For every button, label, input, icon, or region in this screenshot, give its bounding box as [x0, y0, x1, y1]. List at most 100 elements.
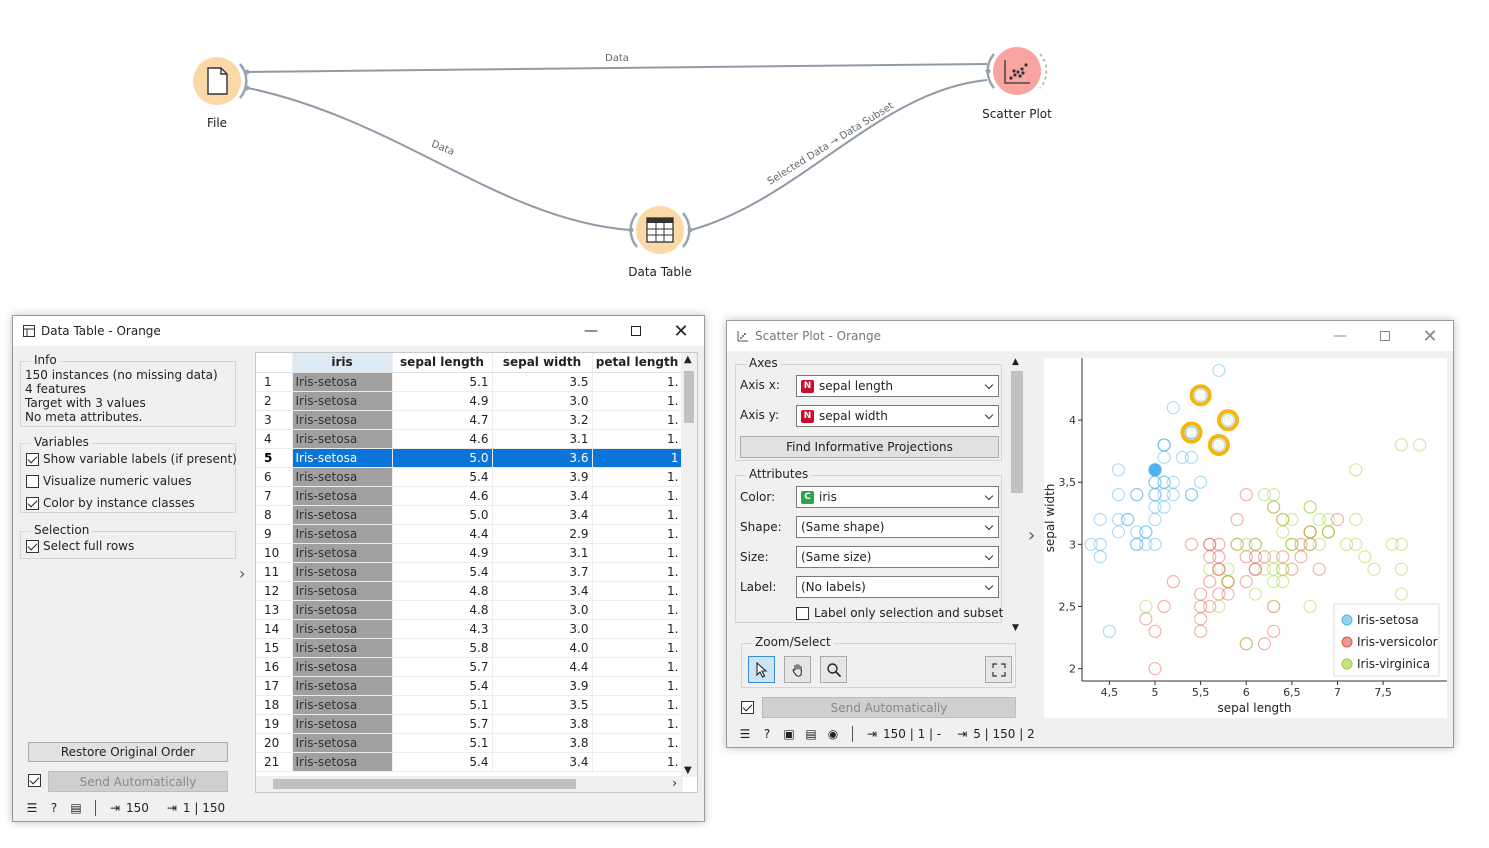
point-versicolor[interactable] — [1294, 550, 1308, 564]
point-virginica[interactable] — [1312, 512, 1326, 527]
vertical-scrollbar[interactable]: ▲ ▼ — [681, 353, 697, 777]
point-virginica[interactable] — [1349, 537, 1363, 551]
point-versicolor[interactable] — [1239, 550, 1253, 564]
point-setosa[interactable] — [1194, 475, 1208, 489]
color-select[interactable]: C iris — [796, 486, 999, 508]
pan-tool-button[interactable] — [784, 656, 811, 683]
point-setosa[interactable] — [1212, 438, 1226, 452]
point-versicolor[interactable] — [1239, 575, 1253, 589]
point-setosa[interactable] — [1130, 537, 1144, 551]
data-table-view[interactable]: iris sepal length sepal width petal leng… — [255, 352, 698, 793]
point-virginica[interactable] — [1139, 599, 1153, 614]
point-virginica[interactable] — [1267, 550, 1281, 564]
point-setosa[interactable] — [1148, 500, 1162, 514]
table-row[interactable]: 1 Iris-setosa 5.1 3.5 1. — [256, 372, 683, 392]
point-virginica[interactable] — [1267, 575, 1281, 589]
table-row[interactable]: 2 Iris-setosa 4.9 3.0 1. — [256, 391, 683, 411]
camera-icon[interactable]: ◉ — [822, 727, 844, 741]
controls-scrollbar[interactable]: ▲ ▼ — [1010, 357, 1024, 633]
point-versicolor[interactable] — [1194, 587, 1208, 601]
point-virginica[interactable] — [1203, 562, 1217, 576]
point-virginica[interactable] — [1267, 562, 1281, 576]
point-virginica[interactable] — [1394, 438, 1408, 452]
point-virginica[interactable] — [1267, 500, 1281, 514]
close-button[interactable]: ✕ — [1407, 321, 1453, 351]
point-virginica[interactable] — [1212, 599, 1226, 614]
table-row[interactable]: 7 Iris-setosa 4.6 3.4 1. — [256, 486, 683, 506]
point-versicolor[interactable] — [1157, 599, 1171, 614]
point-virginica[interactable] — [1230, 537, 1244, 551]
scroll-h-thumb[interactable] — [273, 779, 576, 789]
point-virginica[interactable] — [1303, 599, 1317, 614]
table-row[interactable]: 6 Iris-setosa 5.4 3.9 1. — [256, 467, 683, 487]
axis-y-select[interactable]: N sepal width — [796, 405, 999, 427]
save-icon[interactable]: ▣ — [778, 727, 800, 741]
collapse-arrow-icon[interactable]: › — [1028, 525, 1035, 546]
table-row[interactable]: 17 Iris-setosa 5.4 3.9 1. — [256, 676, 683, 696]
point-virginica[interactable] — [1257, 488, 1272, 502]
point-setosa[interactable] — [1102, 624, 1116, 638]
column-header-sepal-length[interactable]: sepal length — [392, 353, 493, 373]
corner-header[interactable] — [256, 353, 293, 373]
point-versicolor[interactable] — [1194, 624, 1208, 638]
node-scatter-plot[interactable] — [985, 47, 1048, 95]
point-setosa[interactable] — [1148, 512, 1162, 527]
table-row[interactable]: 3 Iris-setosa 4.7 3.2 1. — [256, 410, 683, 430]
point-virginica[interactable] — [1349, 512, 1363, 527]
column-header-iris[interactable]: iris — [292, 353, 393, 373]
point-virginica[interactable] — [1303, 537, 1317, 551]
table-row[interactable]: 16 Iris-setosa 5.7 4.4 1. — [256, 657, 683, 677]
scatter-plot-area[interactable]: 4,5 5 5,5 6 6,5 7 7,5 2 2,5 3 3,5 4 sepal length sepa… — [1044, 358, 1447, 718]
point-versicolor[interactable] — [1221, 587, 1235, 601]
maximize-button[interactable] — [613, 316, 659, 346]
table-row[interactable]: 4 Iris-setosa 4.6 3.1 1. — [256, 429, 683, 449]
scroll-right-icon[interactable]: › — [672, 776, 677, 790]
point-setosa[interactable] — [1157, 450, 1171, 464]
send-automatically-button[interactable]: Send Automatically — [762, 697, 1016, 718]
table-row[interactable]: 20 Iris-setosa 5.1 3.8 1. — [256, 733, 683, 753]
point-versicolor[interactable] — [1212, 537, 1226, 551]
expand-arrow-icon[interactable]: › — [239, 564, 245, 583]
point-virginica[interactable] — [1248, 587, 1262, 601]
reset-zoom-button[interactable] — [985, 656, 1012, 683]
point-versicolor[interactable] — [1312, 562, 1326, 576]
scroll-up-icon[interactable]: ▲ — [1012, 357, 1019, 367]
point-virginica[interactable] — [1285, 537, 1299, 551]
show-labels-checkbox[interactable] — [26, 453, 39, 466]
point-virginica[interactable] — [1239, 637, 1253, 651]
data-table-titlebar[interactable]: Data Table - Orange — ✕ — [13, 316, 704, 346]
scroll-up-icon[interactable]: ▲ — [684, 354, 692, 365]
scroll-thumb[interactable] — [684, 371, 694, 423]
table-row[interactable]: 10 Iris-setosa 4.9 3.1 1. — [256, 543, 683, 563]
point-setosa[interactable] — [1175, 450, 1189, 464]
point-versicolor[interactable] — [1212, 550, 1226, 564]
scatter-plot-window[interactable]: Scatter Plot - Orange — ✕ Axes Axis x: N… — [726, 320, 1454, 748]
workflow-canvas[interactable]: Data Data Selected Data → Data Subset — [0, 0, 1489, 300]
point-virginica[interactable] — [1367, 562, 1381, 576]
point-virginica[interactable] — [1276, 525, 1290, 539]
point-versicolor[interactable] — [1194, 599, 1208, 614]
data-table[interactable]: iris sepal length sepal width petal leng… — [256, 353, 683, 772]
point-versicolor[interactable] — [1184, 537, 1199, 551]
point-virginica[interactable] — [1394, 537, 1408, 551]
point-setosa[interactable] — [1093, 512, 1107, 527]
scatter-titlebar[interactable]: Scatter Plot - Orange — ✕ — [727, 321, 1453, 351]
node-file[interactable] — [193, 57, 250, 105]
table-row[interactable]: 14 Iris-setosa 4.3 3.0 1. — [256, 619, 683, 639]
select-tool-button[interactable] — [748, 656, 775, 683]
table-row[interactable]: 21 Iris-setosa 5.4 3.4 1. — [256, 752, 683, 772]
point-versicolor[interactable] — [1267, 624, 1281, 638]
point-versicolor[interactable] — [1148, 661, 1162, 676]
scroll-thumb[interactable] — [1011, 371, 1023, 493]
point-virginica[interactable] — [1358, 550, 1372, 564]
data-table-window[interactable]: Data Table - Orange — ✕ Info 150 instanc… — [12, 315, 705, 822]
link-file-table[interactable] — [247, 87, 631, 231]
column-header-petal-length[interactable]: petal length — [592, 353, 683, 373]
horizontal-scrollbar[interactable]: › — [256, 776, 683, 792]
column-header-sepal-width[interactable]: sepal width — [492, 353, 593, 373]
menu-icon[interactable]: ☰ — [734, 727, 756, 741]
maximize-button[interactable] — [1362, 321, 1408, 351]
send-auto-checkbox[interactable] — [28, 774, 41, 787]
link-file-scatter[interactable] — [247, 63, 988, 73]
point-virginica[interactable] — [1221, 562, 1235, 576]
